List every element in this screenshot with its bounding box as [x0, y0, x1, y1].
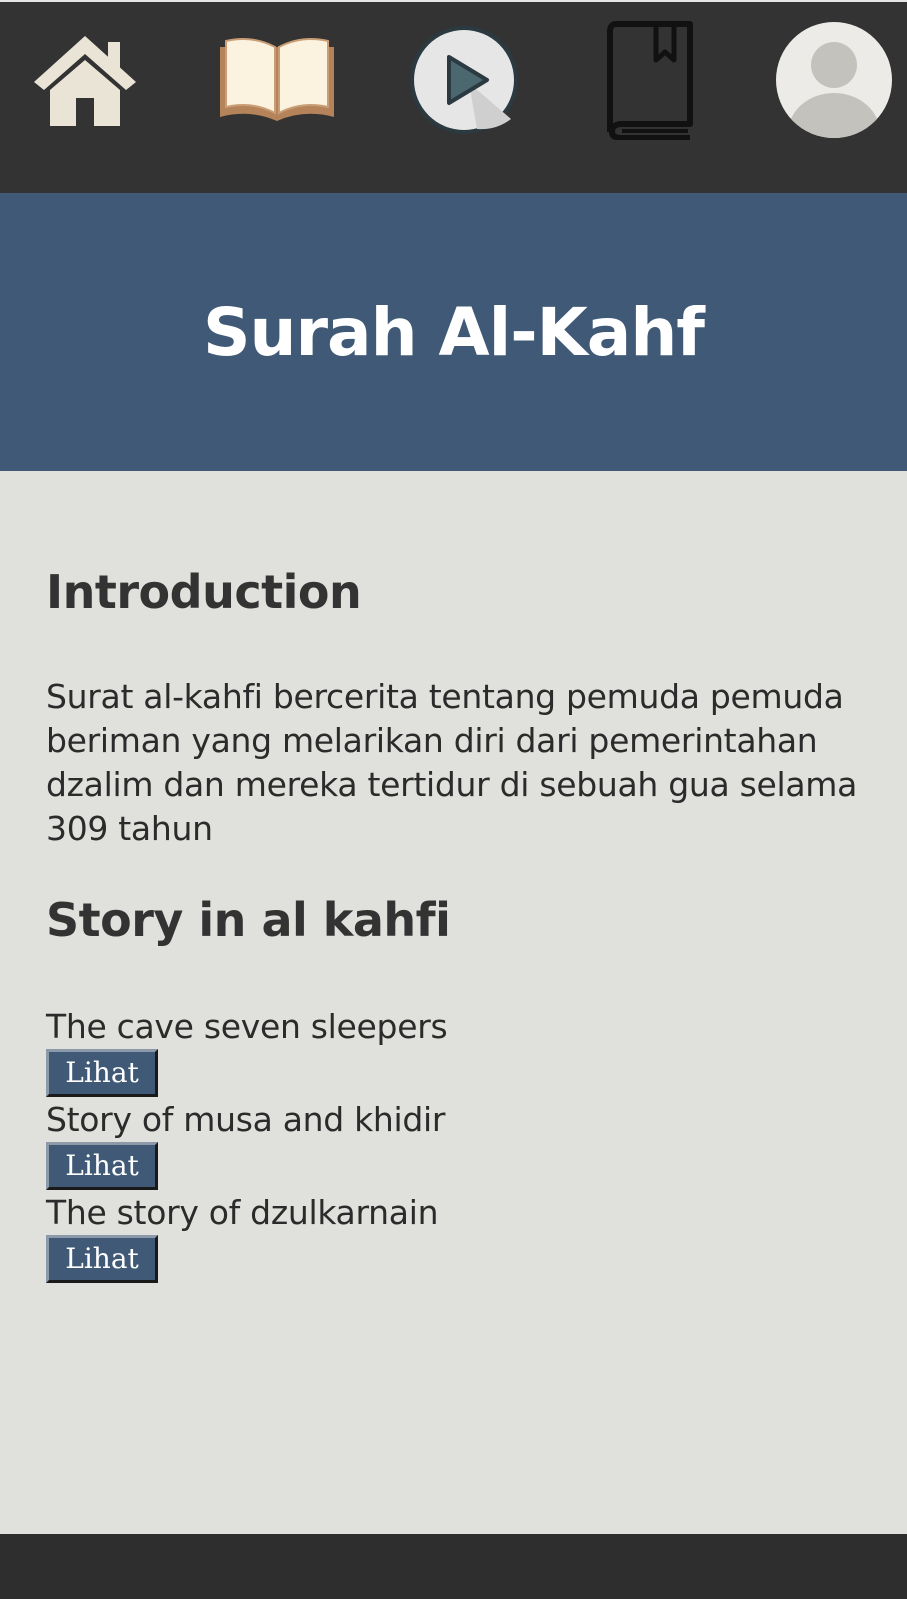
- stories-heading: Story in al kahfi: [46, 893, 451, 947]
- list-item: The story of dzulkarnain Lihat: [46, 1191, 866, 1284]
- nav-bookmark-book-button[interactable]: [590, 20, 710, 140]
- nav-home-button[interactable]: [25, 20, 145, 140]
- home-icon: [30, 32, 140, 128]
- introduction-heading: Introduction: [46, 565, 362, 619]
- view-story-button[interactable]: Lihat: [46, 1235, 158, 1283]
- nav-play-button[interactable]: [404, 20, 524, 140]
- footer-bar: [0, 1534, 907, 1599]
- top-nav-bar: [0, 0, 907, 193]
- page-header-banner: Surah Al-Kahf: [0, 193, 907, 471]
- user-avatar-icon: [775, 21, 893, 139]
- introduction-text: Surat al-kahfi bercerita tentang pemuda …: [46, 677, 858, 848]
- main-content: Introduction Surat al-kahfi bercerita te…: [0, 471, 907, 1534]
- bookmark-book-icon: [602, 20, 698, 140]
- list-item: Story of musa and khidir Lihat: [46, 1098, 866, 1191]
- story-list: The cave seven sleepers Lihat Story of m…: [46, 1005, 866, 1284]
- page-title: Surah Al-Kahf: [202, 293, 705, 371]
- view-story-button[interactable]: Lihat: [46, 1049, 158, 1097]
- list-item: The cave seven sleepers Lihat: [46, 1005, 866, 1098]
- nav-read-button[interactable]: [217, 20, 337, 140]
- view-story-button[interactable]: Lihat: [46, 1142, 158, 1190]
- story-title: The cave seven sleepers: [46, 1007, 448, 1046]
- nav-profile-button[interactable]: [774, 20, 894, 140]
- story-title: Story of musa and khidir: [46, 1100, 446, 1139]
- play-icon: [407, 23, 521, 137]
- open-book-icon: [216, 35, 338, 125]
- story-title: The story of dzulkarnain: [46, 1193, 439, 1232]
